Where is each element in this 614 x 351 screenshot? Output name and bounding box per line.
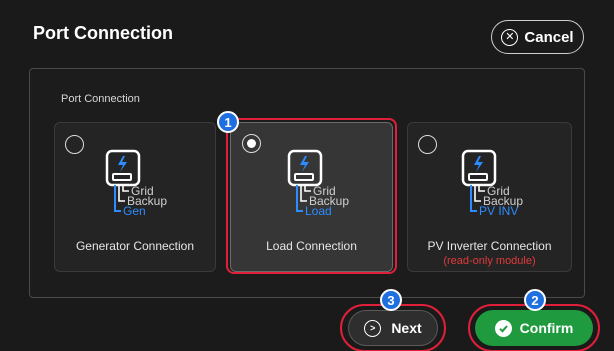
panel-label: Port Connection [61,93,140,105]
radio-pv-inverter[interactable] [418,135,437,154]
generator-diagram-icon: Grid Backup Gen [103,148,223,228]
option-card-pv-inverter[interactable]: Grid Backup PV INV PV Inverter Connectio… [407,122,572,272]
close-icon: ✕ [501,28,519,46]
step-badge-1: 1 [217,111,239,133]
option-card-generator[interactable]: Grid Backup Gen Generator Connection [54,122,216,272]
cancel-button-label: Cancel [524,28,574,46]
step-badge-2: 2 [524,289,546,311]
radio-generator[interactable] [65,135,84,154]
selection-highlight [226,118,397,274]
next-button[interactable]: > Next [348,310,438,346]
chevron-right-icon: > [364,319,382,337]
option-note: (read-only module) [443,255,536,267]
pv-inverter-diagram-icon: Grid Backup PV INV [459,148,579,228]
cancel-button[interactable]: ✕ Cancel [491,20,584,54]
next-button-label: Next [391,320,422,336]
step-badge-3: 3 [380,289,402,311]
diagram-label-port: PV INV [479,204,518,218]
diagram-label-port: Gen [123,204,146,218]
page-title: Port Connection [33,23,173,43]
check-icon [494,319,512,337]
confirm-button-label: Confirm [519,320,574,336]
option-name: Generator Connection [75,239,195,253]
option-name: PV Inverter Connection [427,239,552,253]
confirm-button[interactable]: Confirm [475,310,593,346]
